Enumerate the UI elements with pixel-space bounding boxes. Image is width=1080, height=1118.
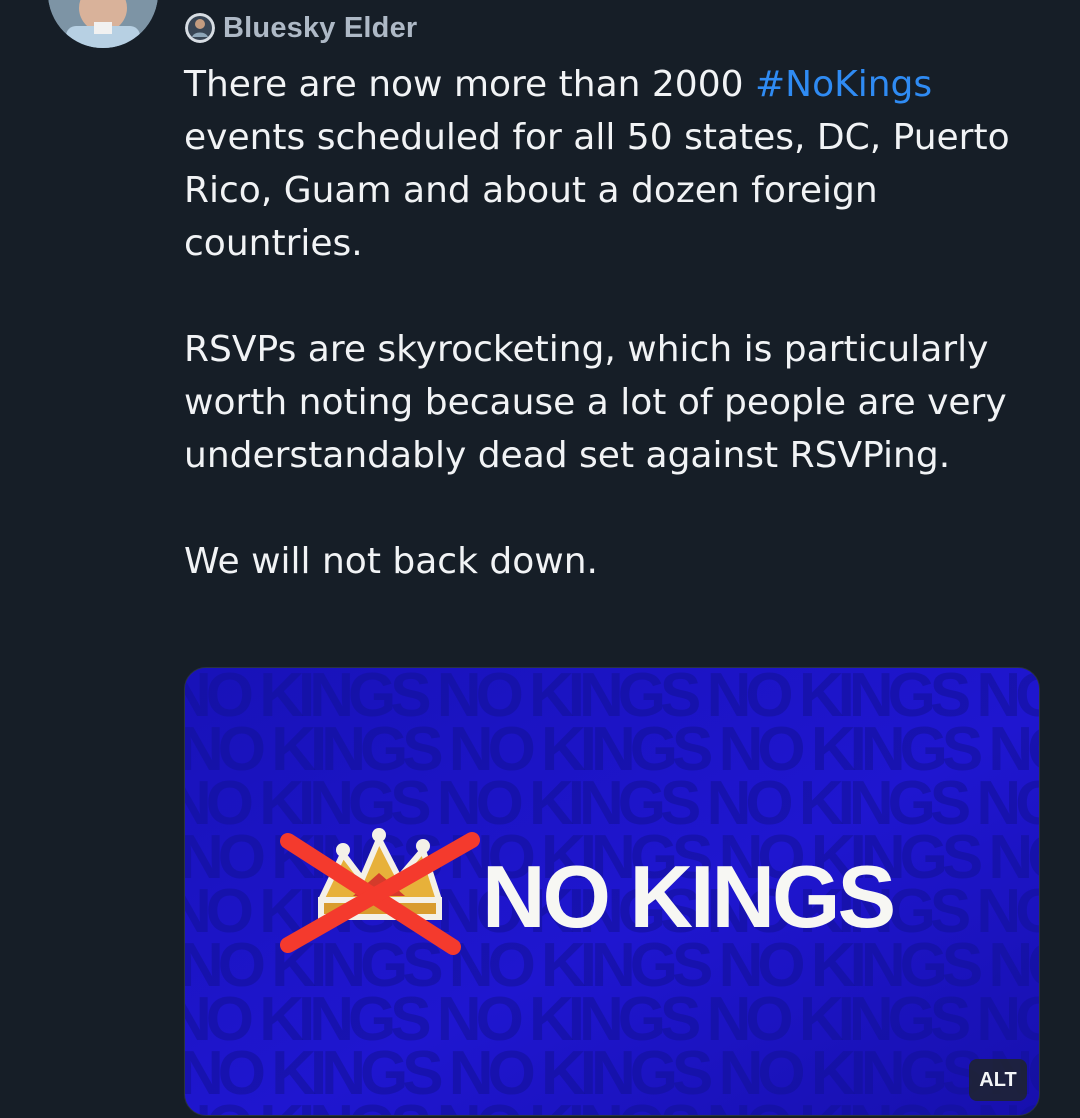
post-paragraph-1: There are now more than 2000 #NoKings ev… bbox=[184, 58, 1044, 270]
post-author[interactable]: Bluesky Elder bbox=[185, 8, 417, 48]
post-text-segment: There are now more than 2000 bbox=[184, 64, 755, 105]
post-paragraph-3: We will not back down. bbox=[184, 541, 598, 582]
avatar-photo bbox=[48, 0, 158, 48]
avatar-badge-icon bbox=[185, 13, 215, 43]
post-paragraph-2: RSVPs are skyrocketing, which is particu… bbox=[184, 329, 1007, 476]
author-name[interactable]: Bluesky Elder bbox=[223, 12, 417, 45]
post-image[interactable]: NO KINGS NO KINGS NO KINGS NO KINGS NO K… bbox=[184, 667, 1040, 1116]
alt-text-button[interactable]: ALT bbox=[969, 1059, 1027, 1101]
no-kings-graphic: NO KINGS NO KINGS NO KINGS NO KINGS NO K… bbox=[185, 668, 1040, 1116]
post-text-segment: events scheduled for all 50 states, DC, … bbox=[184, 117, 1010, 264]
pattern-row: NO KINGS NO KINGS NO KINGS NO KINGS NO K… bbox=[185, 1093, 1040, 1116]
avatar[interactable] bbox=[48, 0, 158, 48]
hashtag-link[interactable]: #NoKings bbox=[755, 64, 932, 105]
no-kings-headline: NO KINGS bbox=[482, 847, 893, 946]
post-body: There are now more than 2000 #NoKings ev… bbox=[184, 58, 1044, 588]
